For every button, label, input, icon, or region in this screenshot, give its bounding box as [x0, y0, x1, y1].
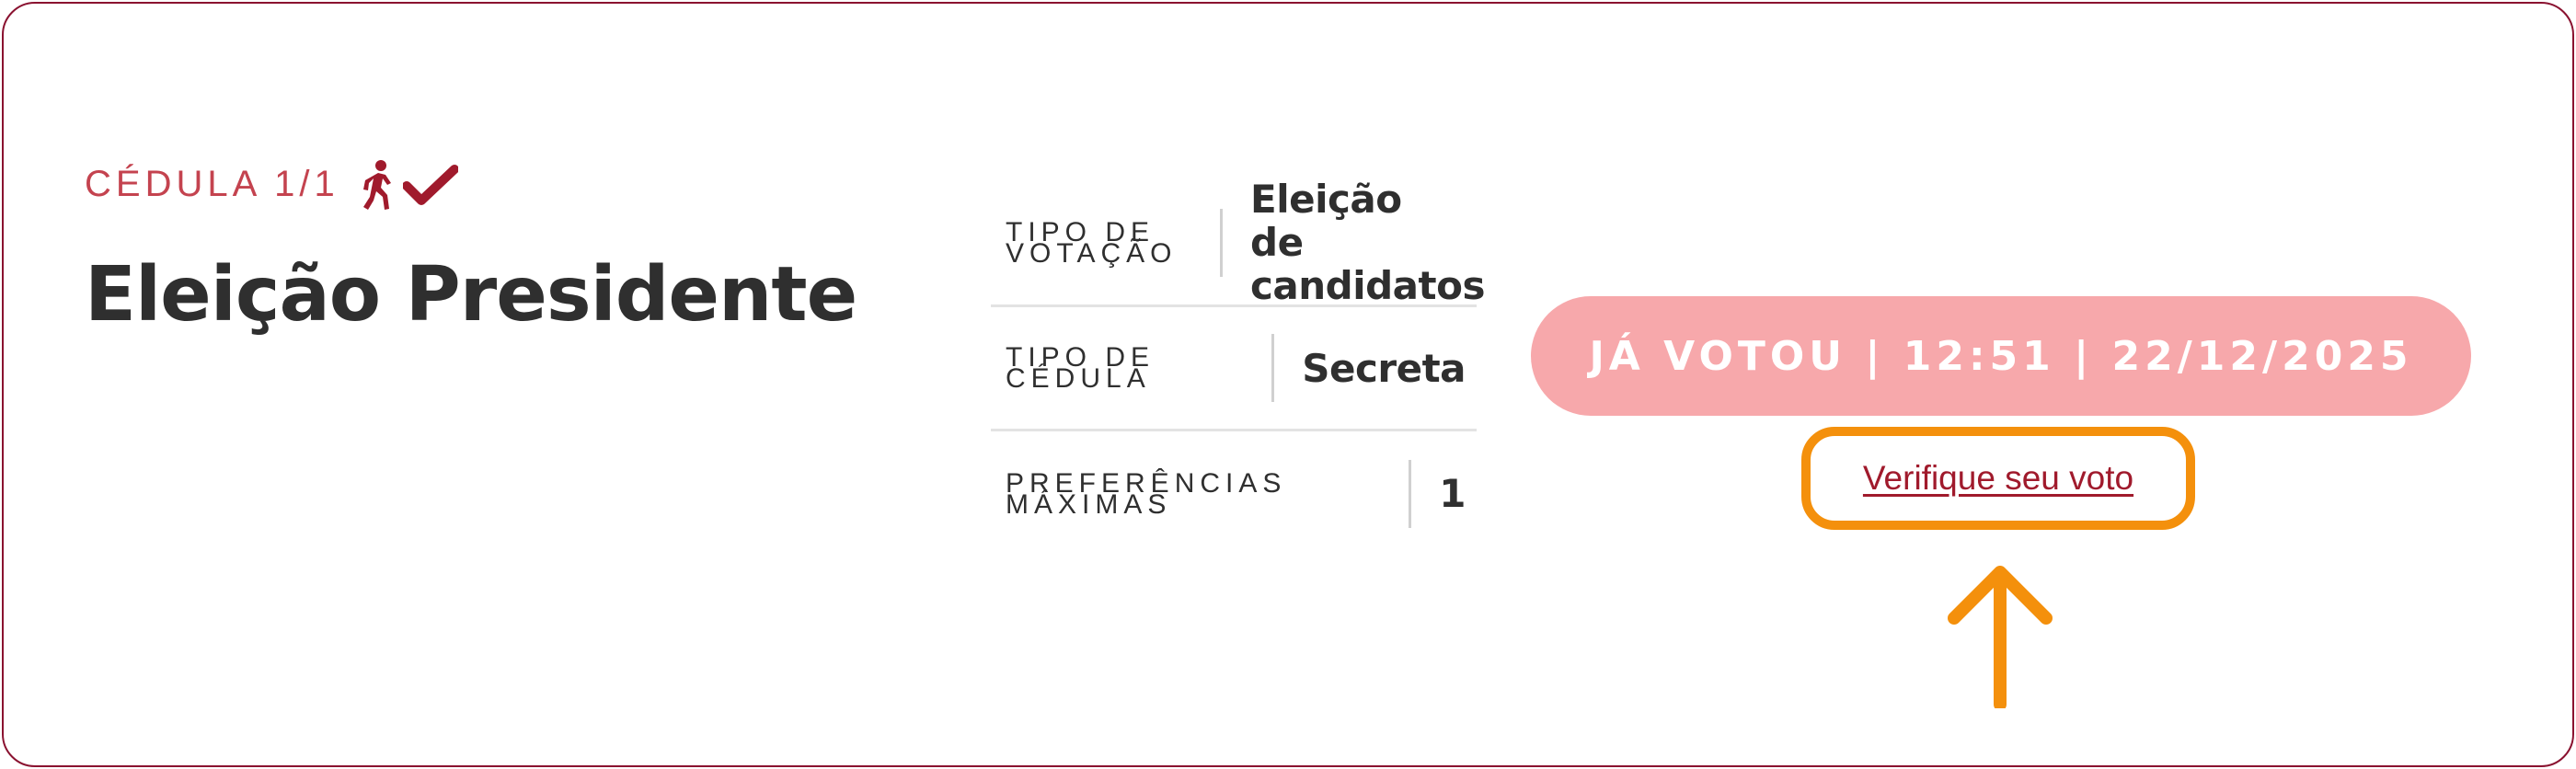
checkmark-icon: [403, 165, 458, 205]
ballot-card: CÉDULA 1/1 Eleição Presidente TIPO DE VO…: [2, 2, 2574, 767]
info-value: Secreta: [1302, 345, 1466, 391]
divider: [1409, 459, 1412, 528]
person-walking-icon: [363, 160, 391, 210]
info-row-voting-type: TIPO DE VOTAÇÃO Eleição de candidatos: [991, 177, 1485, 308]
ballot-label: CÉDULA 1/1: [85, 164, 339, 204]
info-row-ballot-type: TIPO DE CÉDULA Secreta: [991, 307, 1477, 431]
info-key: TIPO DE CÉDULA: [1006, 342, 1156, 394]
info-value: 1: [1439, 471, 1466, 516]
arrow-up-icon: [1948, 566, 2053, 708]
info-key: TIPO DE VOTAÇÃO: [1006, 216, 1178, 269]
info-row-max-preferences: PREFERÊNCIAS MÁXIMAS 1: [991, 431, 1477, 556]
verify-vote-link[interactable]: Verifique seu voto: [1801, 427, 2195, 530]
divider: [1220, 208, 1223, 277]
info-value: Eleição de candidatos: [1250, 177, 1485, 308]
ballot-info-table: TIPO DE VOTAÇÃO Eleição de candidatos TI…: [991, 177, 1485, 556]
info-key: PREFERÊNCIAS MÁXIMAS: [1006, 467, 1287, 520]
divider: [1271, 334, 1275, 402]
election-title: Eleição Presidente: [85, 251, 857, 339]
voted-status-icons: [361, 160, 458, 212]
voted-status-badge: JÁ VOTOU | 12:51 | 22/12/2025: [1531, 296, 2471, 416]
